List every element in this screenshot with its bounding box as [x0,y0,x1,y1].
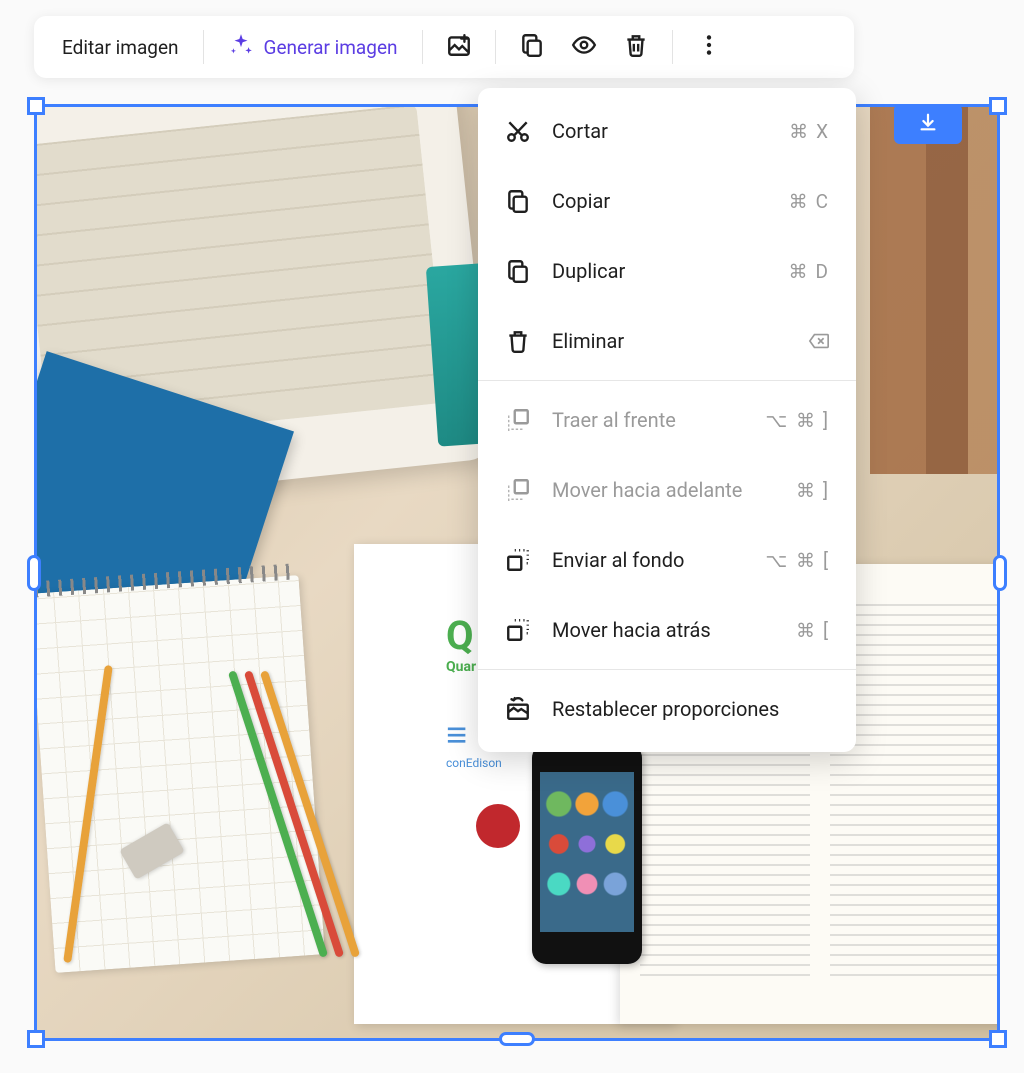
more-options-button[interactable] [685,23,733,71]
menu-shortcut: ⌘ X [789,120,830,143]
generate-image-label: Generar imagen [264,36,398,59]
sparkle-icon [228,32,254,63]
menu-item-duplicate[interactable]: Duplicar ⌘ D [478,236,856,306]
cut-icon [504,117,532,145]
menu-item-move-forward: Mover hacia adelante ⌘ ] [478,455,856,525]
menu-item-copy[interactable]: Copiar ⌘ C [478,166,856,236]
menu-shortcut [808,332,830,350]
resize-handle-top-right[interactable] [989,97,1007,115]
more-vertical-icon [696,32,722,62]
menu-item-delete[interactable]: Eliminar [478,306,856,376]
trash-icon [504,327,532,355]
menu-item-send-to-back[interactable]: Enviar al fondo ⌥ ⌘ [ [478,525,856,595]
menu-label: Eliminar [552,329,788,353]
divider [422,30,423,64]
menu-divider [478,380,856,381]
copy-icon [504,187,532,215]
menu-label: Duplicar [552,259,769,283]
preview-button[interactable] [560,23,608,71]
menu-shortcut: ⌘ D [789,260,830,283]
menu-shortcut: ⌥ ⌘ ] [765,409,830,432]
menu-item-reset-proportions[interactable]: Restablecer proporciones [478,674,856,744]
download-button[interactable] [894,104,962,144]
menu-shortcut: ⌥ ⌘ [ [765,549,830,572]
resize-handle-bottom[interactable] [499,1032,535,1046]
image-toolbar: Editar imagen Generar imagen [34,16,854,78]
resize-handle-bottom-right[interactable] [989,1030,1007,1048]
move-forward-icon [504,476,532,504]
copy-icon [519,32,545,62]
divider [495,30,496,64]
menu-label: Restablecer proporciones [552,697,830,721]
copy-button[interactable] [508,23,556,71]
replace-image-button[interactable] [435,23,483,71]
send-to-back-icon [504,546,532,574]
eye-icon [571,32,597,62]
context-menu: Cortar ⌘ X Copiar ⌘ C Duplicar ⌘ D Elimi… [478,88,856,752]
bring-to-front-icon [504,406,532,434]
duplicate-icon [504,257,532,285]
menu-shortcut: ⌘ ] [796,479,830,502]
image-plus-icon [446,32,472,62]
menu-label: Copiar [552,189,769,213]
divider [672,30,673,64]
menu-item-move-backward[interactable]: Mover hacia atrás ⌘ [ [478,595,856,665]
reset-icon [504,695,532,723]
menu-divider [478,669,856,670]
menu-label: Mover hacia adelante [552,478,776,502]
delete-button[interactable] [612,23,660,71]
trash-icon [623,32,649,62]
menu-shortcut: ⌘ [ [796,619,830,642]
resize-handle-bottom-left[interactable] [27,1030,45,1048]
menu-label: Mover hacia atrás [552,618,776,642]
menu-label: Enviar al fondo [552,548,745,572]
menu-shortcut: ⌘ C [789,190,830,213]
move-backward-icon [504,616,532,644]
divider [203,30,204,64]
menu-label: Traer al frente [552,408,745,432]
resize-handle-left[interactable] [27,555,41,591]
menu-label: Cortar [552,119,769,143]
menu-item-bring-to-front: Traer al frente ⌥ ⌘ ] [478,385,856,455]
resize-handle-right[interactable] [993,555,1007,591]
edit-image-button[interactable]: Editar imagen [50,28,191,67]
resize-handle-top-left[interactable] [27,97,45,115]
generate-image-button[interactable]: Generar imagen [216,24,410,71]
download-icon [917,111,939,137]
menu-item-cut[interactable]: Cortar ⌘ X [478,96,856,166]
